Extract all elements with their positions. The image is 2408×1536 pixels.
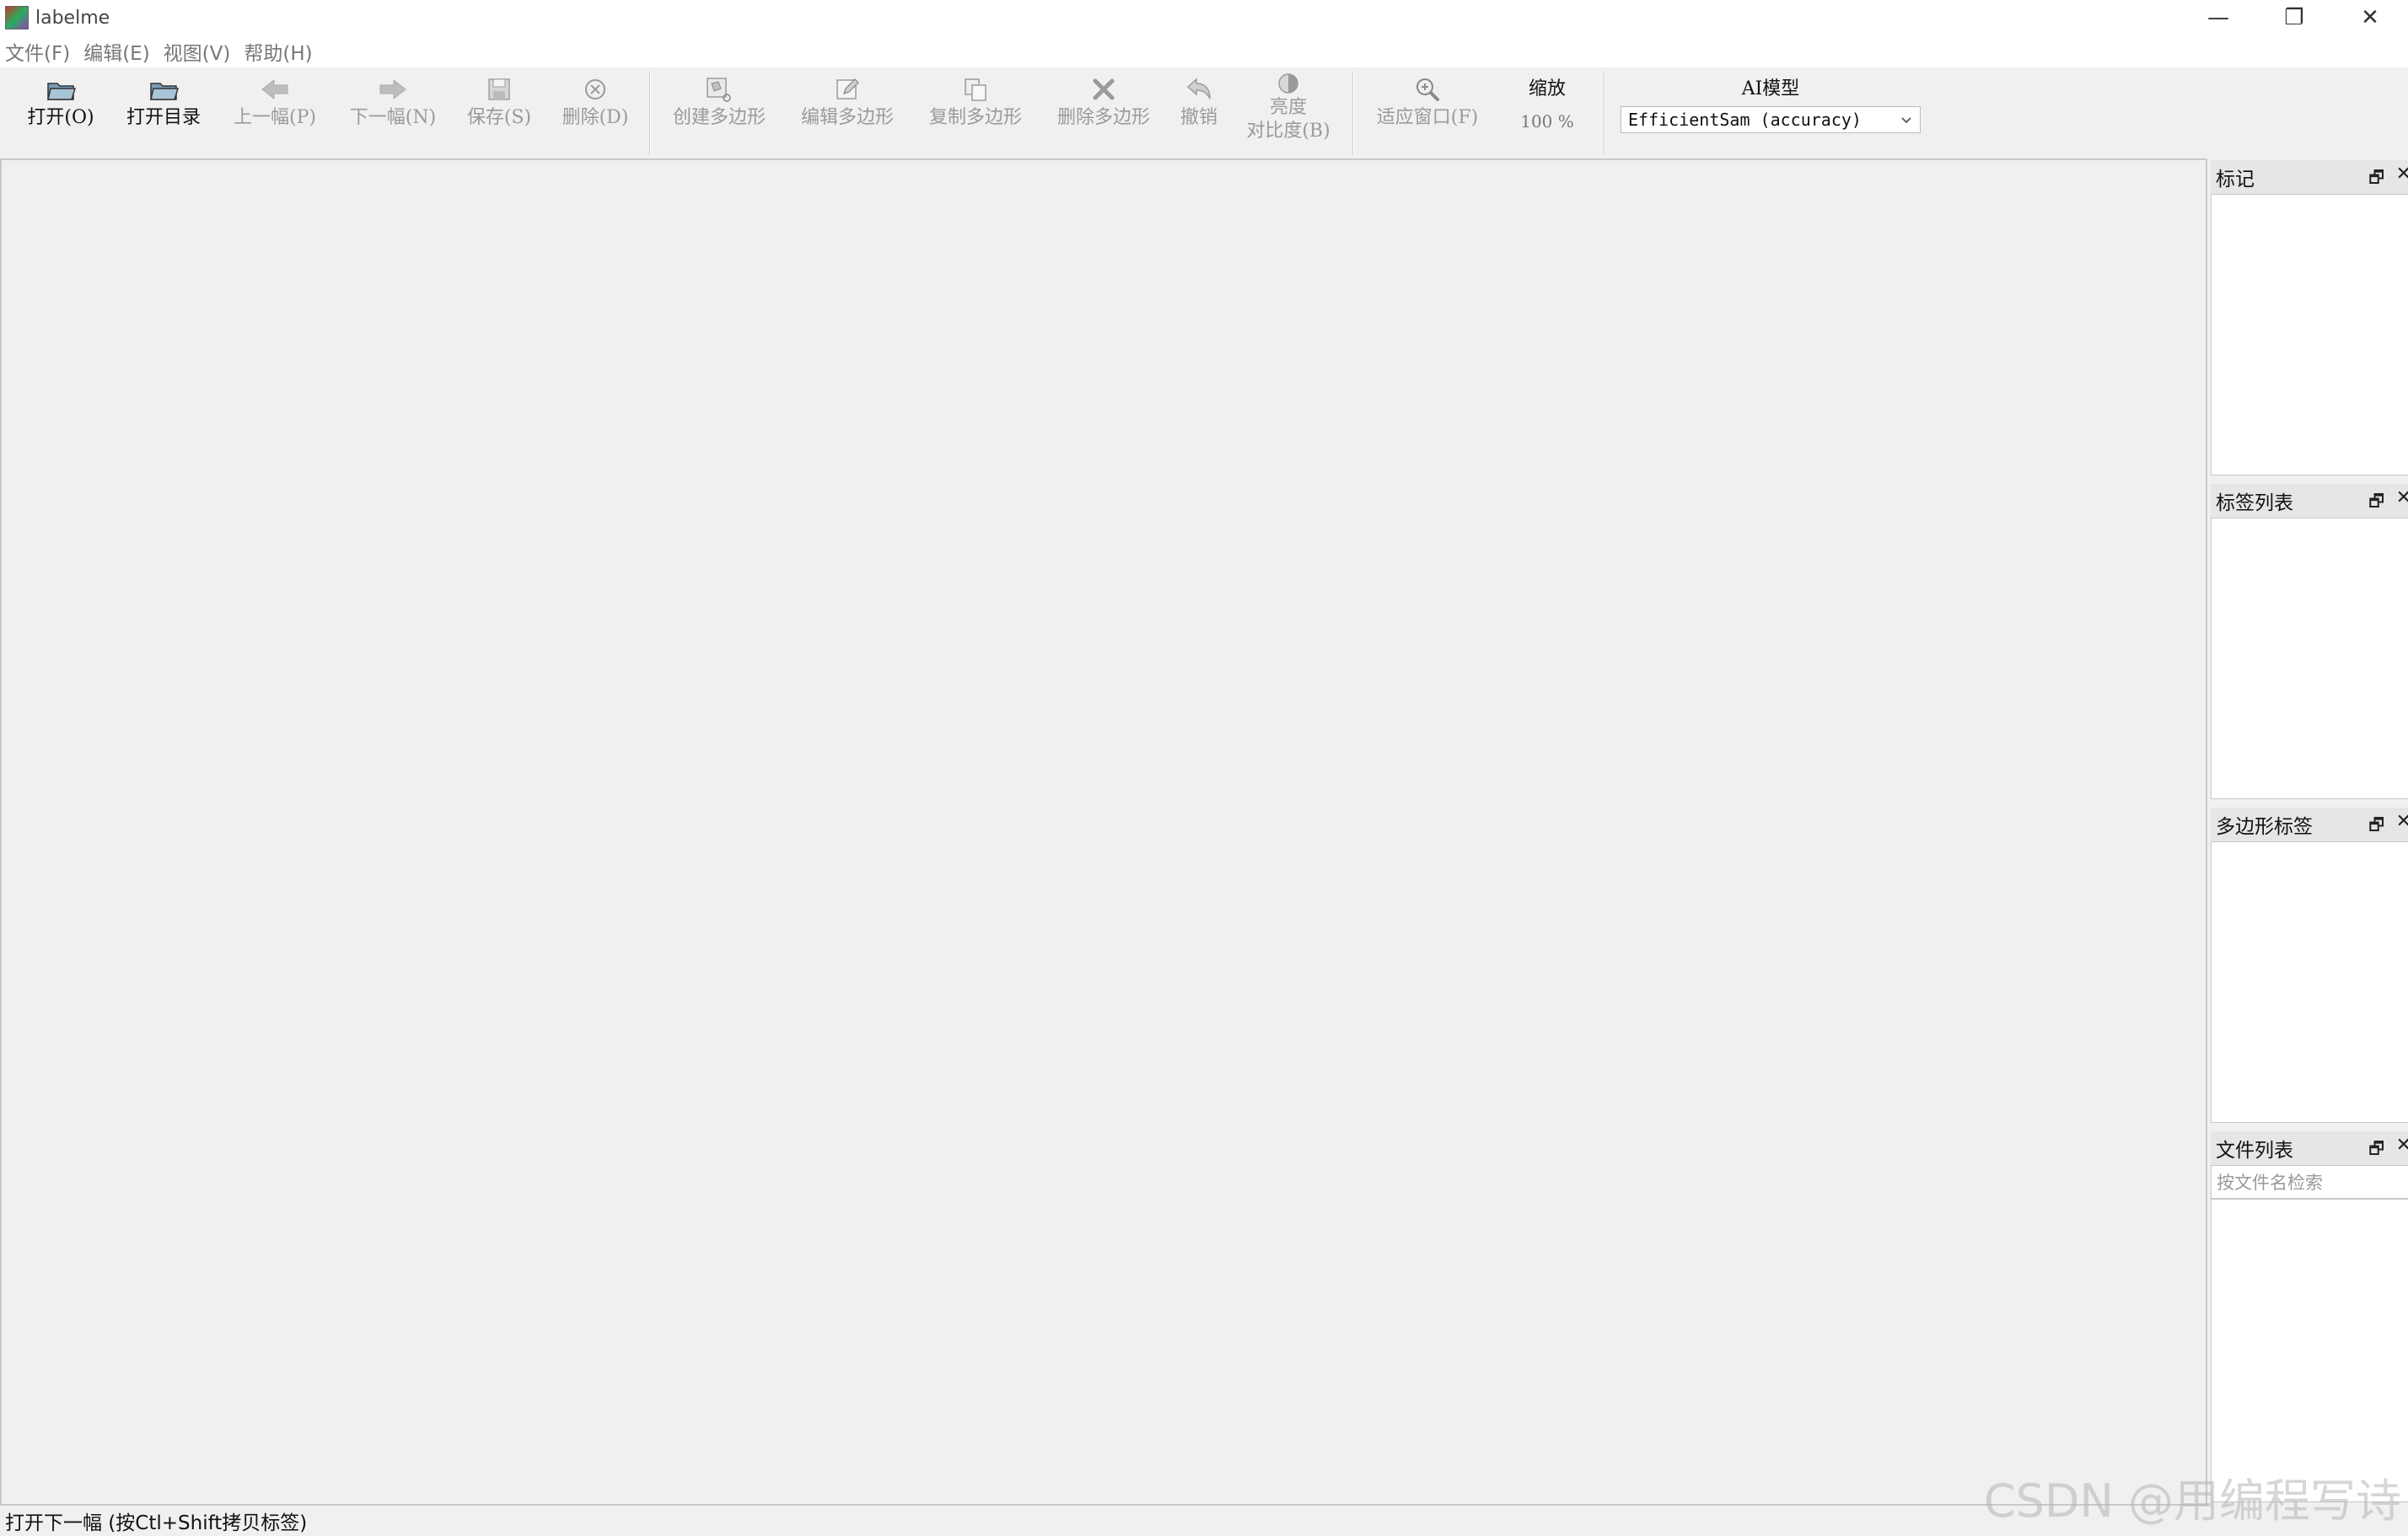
next-image-button[interactable]: 下一幅(N) xyxy=(341,73,445,153)
polygon-labels-dock: 多边形标签 🗗 ✕ xyxy=(2211,808,2408,1123)
toolbar-separator xyxy=(649,71,651,155)
copy-icon xyxy=(962,73,989,106)
float-icon[interactable]: 🗗 xyxy=(2368,489,2384,518)
menu-view[interactable]: 视图(V) xyxy=(164,37,231,66)
create-polygon-icon xyxy=(705,73,734,106)
brightness-label-line2: 对比度(B) xyxy=(1246,121,1330,142)
restore-button[interactable]: ❐ xyxy=(2256,0,2332,35)
label-list-dock-title: 标签列表 xyxy=(2216,492,2293,514)
ai-model-value: EfficientSam (accuracy) xyxy=(1628,110,1862,130)
copy-polygon-label: 复制多边形 xyxy=(928,107,1022,128)
open-dir-button[interactable]: 打开目录 xyxy=(118,73,209,153)
cross-icon xyxy=(1090,73,1117,106)
menu-help[interactable]: 帮助(H) xyxy=(244,37,312,66)
file-list-dock: 文件列表 🗗 ✕ 按文件名检索 xyxy=(2211,1131,2408,1502)
next-image-label: 下一幅(N) xyxy=(349,107,437,128)
arrow-left-icon xyxy=(261,73,289,106)
flags-dock-title: 标记 xyxy=(2216,169,2255,191)
menu-file[interactable]: 文件(F) xyxy=(5,37,70,66)
fit-window-label: 适应窗口(F) xyxy=(1376,107,1479,128)
folder-open-icon xyxy=(46,73,76,106)
circle-x-icon xyxy=(583,73,608,106)
status-text: 打开下一幅 (按Ctl+Shift拷贝标签) xyxy=(5,1512,308,1534)
chevron-down-icon xyxy=(1900,110,1913,130)
flags-list[interactable] xyxy=(2211,194,2408,475)
watermark: CSDN @用编程写诗 xyxy=(1983,1474,2401,1528)
edit-icon xyxy=(834,73,861,106)
ai-model-title: AI模型 xyxy=(1741,78,1800,99)
open-label: 打开(O) xyxy=(27,107,94,128)
create-polygon-button[interactable]: 创建多边形 xyxy=(664,73,774,153)
close-icon[interactable]: ✕ xyxy=(2396,811,2408,832)
float-icon[interactable]: 🗗 xyxy=(2368,813,2384,841)
toolbar: 打开(O) 打开目录 上一幅(P) 下一幅(N) 保存(S) 删除(D) 创建多… xyxy=(0,67,2408,158)
save-label: 保存(S) xyxy=(466,107,532,128)
save-button[interactable]: 保存(S) xyxy=(459,73,540,153)
flags-dock: 标记 🗗 ✕ xyxy=(2211,160,2408,475)
polygon-labels-dock-title: 多边形标签 xyxy=(2216,816,2313,838)
zoom-widget: 缩放 100 % xyxy=(1509,73,1585,137)
prev-image-button[interactable]: 上一幅(P) xyxy=(224,73,325,153)
zoom-value[interactable]: 100 % xyxy=(1520,106,1574,137)
file-list-dock-header: 文件列表 🗗 ✕ xyxy=(2211,1131,2408,1165)
close-icon[interactable]: ✕ xyxy=(2396,487,2408,508)
brightness-contrast-button[interactable]: 亮度 对比度(B) xyxy=(1239,71,1337,152)
floppy-disk-icon xyxy=(486,73,512,106)
brightness-label-line1: 亮度 xyxy=(1269,97,1307,118)
brightness-icon xyxy=(1276,71,1301,96)
app-icon xyxy=(5,6,29,30)
magnifier-icon xyxy=(1414,73,1441,106)
close-button[interactable]: ✕ xyxy=(2332,0,2408,35)
ai-model-select[interactable]: EfficientSam (accuracy) xyxy=(1621,106,1921,133)
open-dir-label: 打开目录 xyxy=(126,107,201,128)
delete-polygon-label: 删除多边形 xyxy=(1056,107,1150,128)
copy-polygon-button[interactable]: 复制多边形 xyxy=(921,73,1030,153)
float-icon[interactable]: 🗗 xyxy=(2368,165,2384,194)
edit-polygon-label: 编辑多边形 xyxy=(800,107,894,128)
label-list-dock: 标签列表 🗗 ✕ xyxy=(2211,484,2408,799)
window-title: labelme xyxy=(35,7,110,29)
ai-model-widget: AI模型 EfficientSam (accuracy) xyxy=(1621,73,1921,133)
polygon-labels-list[interactable] xyxy=(2211,841,2408,1123)
close-icon[interactable]: ✕ xyxy=(2396,1135,2408,1156)
close-icon[interactable]: ✕ xyxy=(2396,164,2408,185)
minimize-button[interactable]: — xyxy=(2180,0,2256,35)
image-canvas[interactable] xyxy=(0,158,2207,1506)
undo-label: 撤销 xyxy=(1180,107,1217,128)
delete-polygon-button[interactable]: 删除多边形 xyxy=(1049,73,1158,153)
undo-button[interactable]: 撤销 xyxy=(1174,73,1224,153)
menu-bar: 文件(F) 编辑(E) 视图(V) 帮助(H) xyxy=(0,35,2408,67)
fit-window-button[interactable]: 适应窗口(F) xyxy=(1366,73,1489,153)
open-button[interactable]: 打开(O) xyxy=(17,73,105,153)
arrow-right-icon xyxy=(379,73,407,106)
toolbar-separator xyxy=(1352,71,1354,155)
file-search-input[interactable]: 按文件名检索 xyxy=(2211,1165,2408,1199)
undo-icon xyxy=(1185,73,1213,106)
delete-file-label: 删除(D) xyxy=(562,107,629,128)
file-list-dock-title: 文件列表 xyxy=(2216,1140,2293,1162)
folder-open-icon xyxy=(148,73,179,106)
edit-polygon-button[interactable]: 编辑多边形 xyxy=(793,73,902,153)
toolbar-separator xyxy=(1604,71,1605,155)
label-list-dock-header: 标签列表 🗗 ✕ xyxy=(2211,484,2408,518)
create-polygon-label: 创建多边形 xyxy=(672,107,766,128)
flags-dock-header: 标记 🗗 ✕ xyxy=(2211,160,2408,194)
file-list[interactable] xyxy=(2211,1199,2408,1502)
window-controls: — ❐ ✕ xyxy=(2180,0,2408,35)
menu-edit[interactable]: 编辑(E) xyxy=(83,37,149,66)
title-bar: labelme — ❐ ✕ xyxy=(0,0,2408,35)
polygon-labels-dock-header: 多边形标签 🗗 ✕ xyxy=(2211,808,2408,841)
delete-file-button[interactable]: 删除(D) xyxy=(555,73,636,153)
prev-image-label: 上一幅(P) xyxy=(234,107,316,128)
float-icon[interactable]: 🗗 xyxy=(2368,1136,2384,1165)
zoom-title: 缩放 xyxy=(1528,78,1566,99)
label-list[interactable] xyxy=(2211,518,2408,799)
